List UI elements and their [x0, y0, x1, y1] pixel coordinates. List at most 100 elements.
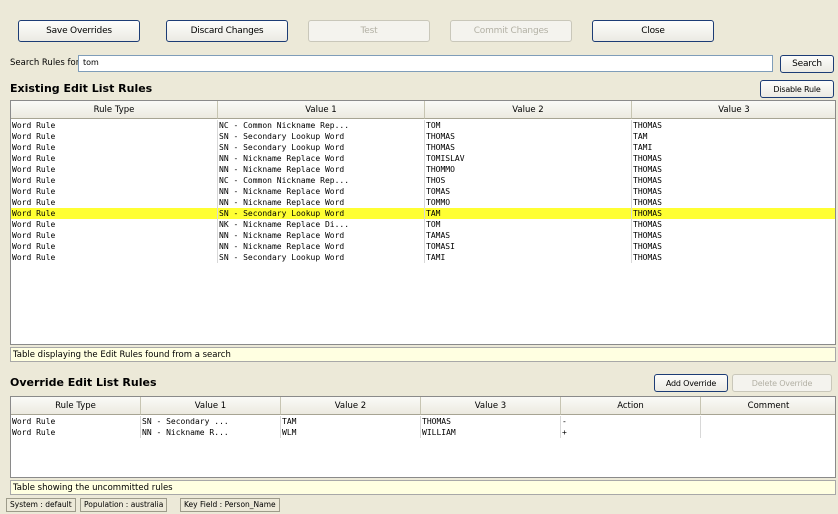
table-cell: NC - Common Nickname Rep... [218, 175, 425, 186]
table-cell: THOS [425, 175, 632, 186]
table-cell: THOMAS [421, 416, 561, 427]
table-cell: THOMAS [425, 131, 632, 142]
table-cell: TAMI [425, 252, 632, 263]
table-cell: THOMAS [632, 219, 835, 230]
table-row[interactable]: Word Rule NN - Nickname Replace Word TAMAS… [11, 230, 835, 241]
table-cell: THOMAS [632, 241, 835, 252]
table-cell: THOMAS [632, 120, 835, 131]
override-rules-header: Rule Type Value 1 Value 2 Value 3 Action… [11, 397, 835, 415]
table-cell: NN - Nickname Replace Word [218, 230, 425, 241]
table-cell: THOMMO [425, 164, 632, 175]
test-button[interactable]: Test [308, 20, 430, 42]
column-header-value-2[interactable]: Value 2 [281, 397, 421, 415]
table-cell: TAMAS [425, 230, 632, 241]
table-cell: TAM [425, 208, 632, 219]
column-header-action[interactable]: Action [561, 397, 701, 415]
table-cell: THOMAS [632, 153, 835, 164]
column-header-rule-type[interactable]: Rule Type [11, 397, 141, 415]
table-cell: TOMASI [425, 241, 632, 252]
table-cell: SN - Secondary ... [141, 416, 281, 427]
table-row[interactable]: Word Rule NN - Nickname R... WLM WILLIAM + [11, 427, 835, 438]
search-input[interactable]: tom [78, 55, 773, 72]
existing-rules-caption: Table displaying the Edit Rules found fr… [10, 347, 836, 362]
search-button[interactable]: Search [780, 55, 834, 73]
table-cell: WILLIAM [421, 427, 561, 438]
table-cell: - [561, 416, 701, 427]
table-cell: TAM [632, 131, 835, 142]
column-header-comment[interactable]: Comment [701, 397, 835, 415]
table-cell [701, 427, 835, 438]
table-cell: THOMAS [632, 175, 835, 186]
table-row[interactable]: Word Rule SN - Secondary ... TAM THOMAS - [11, 416, 835, 427]
existing-rules-table[interactable]: Rule Type Value 1 Value 2 Value 3 Word R… [10, 100, 836, 345]
column-header-value-1[interactable]: Value 1 [218, 101, 425, 119]
table-row[interactable]: Word Rule NC - Common Nickname Rep... TOM T… [11, 120, 835, 131]
table-cell: SN - Secondary Lookup Word [218, 208, 425, 219]
existing-rules-header: Rule Type Value 1 Value 2 Value 3 [11, 101, 835, 119]
table-cell: TOM [425, 219, 632, 230]
delete-override-button[interactable]: Delete Override [732, 374, 832, 392]
table-row[interactable]: Word Rule SN - Secondary Lookup Word TAMI T… [11, 252, 835, 263]
search-label: Search Rules for [10, 58, 80, 68]
table-cell: NN - Nickname Replace Word [218, 153, 425, 164]
table-cell: SN - Secondary Lookup Word [218, 142, 425, 153]
table-row[interactable]: Word Rule NK - Nickname Replace Di... TOM T… [11, 219, 835, 230]
table-cell: TOMAS [425, 186, 632, 197]
table-cell: THOMAS [632, 208, 835, 219]
table-row[interactable]: Word Rule NN - Nickname Replace Word TOMMO… [11, 197, 835, 208]
table-row[interactable]: Word Rule NN - Nickname Replace Word TOMAS… [11, 186, 835, 197]
table-cell: TOMISLAV [425, 153, 632, 164]
close-button[interactable]: Close [592, 20, 714, 42]
table-cell: Word Rule [11, 131, 218, 142]
table-cell: TOM [425, 120, 632, 131]
override-rules-title: Override Edit List Rules [10, 376, 157, 389]
table-row[interactable]: Word Rule SN - Secondary Lookup Word THOMA… [11, 131, 835, 142]
column-header-value-2[interactable]: Value 2 [425, 101, 632, 119]
column-header-value-3[interactable]: Value 3 [421, 397, 561, 415]
table-cell: Word Rule [11, 208, 218, 219]
table-cell: Word Rule [11, 427, 141, 438]
column-header-value-3[interactable]: Value 3 [632, 101, 835, 119]
table-row[interactable]: Word Rule NN - Nickname Replace Word TOMIS… [11, 153, 835, 164]
add-override-button[interactable]: Add Override [654, 374, 728, 392]
table-cell: Word Rule [11, 186, 218, 197]
table-cell: Word Rule [11, 252, 218, 263]
table-cell: TAMI [632, 142, 835, 153]
table-cell: THOMAS [425, 142, 632, 153]
table-row[interactable]: Word Rule NC - Common Nickname Rep... THOS… [11, 175, 835, 186]
table-row[interactable]: Word Rule SN - Secondary Lookup Word TAM TH… [11, 208, 835, 219]
table-cell: Word Rule [11, 416, 141, 427]
table-row[interactable]: Word Rule SN - Secondary Lookup Word THOMA… [11, 142, 835, 153]
override-rules-table[interactable]: Rule Type Value 1 Value 2 Value 3 Action… [10, 396, 836, 478]
table-cell: + [561, 427, 701, 438]
table-cell: NK - Nickname Replace Di... [218, 219, 425, 230]
commit-changes-button[interactable]: Commit Changes [450, 20, 572, 42]
column-header-value-1[interactable]: Value 1 [141, 397, 281, 415]
table-cell: NN - Nickname R... [141, 427, 281, 438]
existing-rules-title: Existing Edit List Rules [10, 82, 153, 95]
table-cell: NC - Common Nickname Rep... [218, 120, 425, 131]
table-cell: Word Rule [11, 153, 218, 164]
table-cell: THOMAS [632, 197, 835, 208]
table-cell: TOMMO [425, 197, 632, 208]
table-cell: THOMAS [632, 230, 835, 241]
table-cell: SN - Secondary Lookup Word [218, 131, 425, 142]
table-cell [701, 416, 835, 427]
table-cell: NN - Nickname Replace Word [218, 164, 425, 175]
table-row[interactable]: Word Rule NN - Nickname Replace Word TOMAS… [11, 241, 835, 252]
discard-changes-button[interactable]: Discard Changes [166, 20, 288, 42]
status-population: Population : australia [80, 498, 168, 512]
table-cell: Word Rule [11, 197, 218, 208]
table-cell: Word Rule [11, 120, 218, 131]
column-header-rule-type[interactable]: Rule Type [11, 101, 218, 119]
table-cell: NN - Nickname Replace Word [218, 186, 425, 197]
table-cell: THOMAS [632, 186, 835, 197]
table-cell: SN - Secondary Lookup Word [218, 252, 425, 263]
table-cell: WLM [281, 427, 421, 438]
table-cell: Word Rule [11, 142, 218, 153]
save-overrides-button[interactable]: Save Overrides [18, 20, 140, 42]
table-cell: THOMAS [632, 164, 835, 175]
table-row[interactable]: Word Rule NN - Nickname Replace Word THOMM… [11, 164, 835, 175]
table-cell: Word Rule [11, 219, 218, 230]
disable-rule-button[interactable]: Disable Rule [760, 80, 834, 98]
